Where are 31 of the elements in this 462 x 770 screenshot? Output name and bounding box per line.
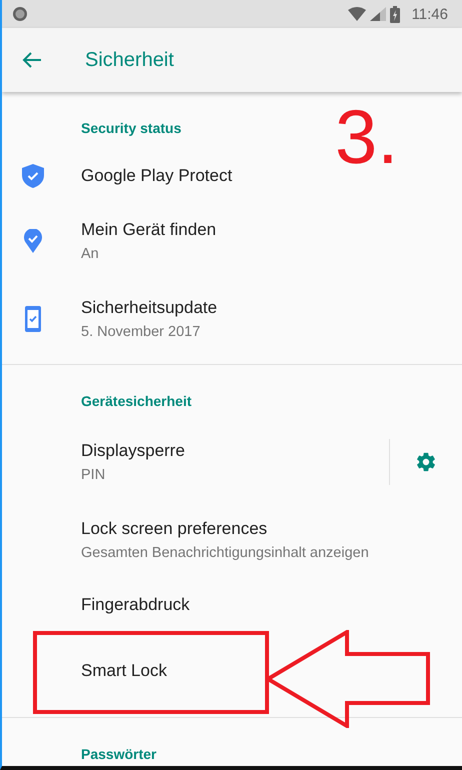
wifi-icon	[348, 7, 366, 21]
item-title: Sicherheitsupdate	[81, 298, 218, 318]
signal-icon	[370, 7, 386, 21]
item-title: Smart Lock	[81, 661, 168, 681]
settings-item[interactable]: Smart Lock	[2, 631, 462, 711]
clock-text: 11:46	[412, 6, 448, 22]
section-header: Passwörter	[81, 746, 156, 762]
item-title: Mein Gerät finden	[81, 220, 218, 240]
settings-item[interactable]: Displaysperre PIN	[2, 423, 462, 501]
settings-item[interactable]: Sicherheitsupdate 5. November 2017	[2, 280, 462, 358]
item-summary: PIN	[81, 467, 106, 483]
item-title: Google Play Protect	[81, 166, 234, 186]
location-check-icon	[24, 229, 42, 253]
settings-item[interactable]: Lock screen preferences Gesamten Benachrichtigungsinhalt anzeigen	[2, 501, 462, 579]
item-summary: 5. November 2017	[81, 324, 202, 340]
item-title: Lock screen preferences	[81, 519, 268, 539]
item-summary: Gesamten Benachrichtigungsinhalt anzeigen	[81, 545, 370, 561]
section-header: Security status	[81, 120, 182, 136]
notification-icon	[12, 6, 28, 22]
phone-check-icon	[24, 306, 40, 332]
screen-title: Sicherheit	[85, 48, 174, 72]
shield-check-icon	[22, 164, 44, 188]
back-arrow-icon	[22, 51, 42, 69]
step-number: 3.	[335, 100, 398, 176]
item-title: Fingerabdruck	[81, 595, 191, 615]
item-summary: An	[81, 246, 100, 262]
item-title: Displaysperre	[81, 441, 186, 461]
section-header: Gerätesicherheit	[81, 393, 192, 409]
battery-icon	[390, 6, 400, 22]
settings-item[interactable]: Mein Gerät finden An	[2, 202, 462, 280]
settings-item[interactable]: Fingerabdruck	[2, 579, 462, 631]
